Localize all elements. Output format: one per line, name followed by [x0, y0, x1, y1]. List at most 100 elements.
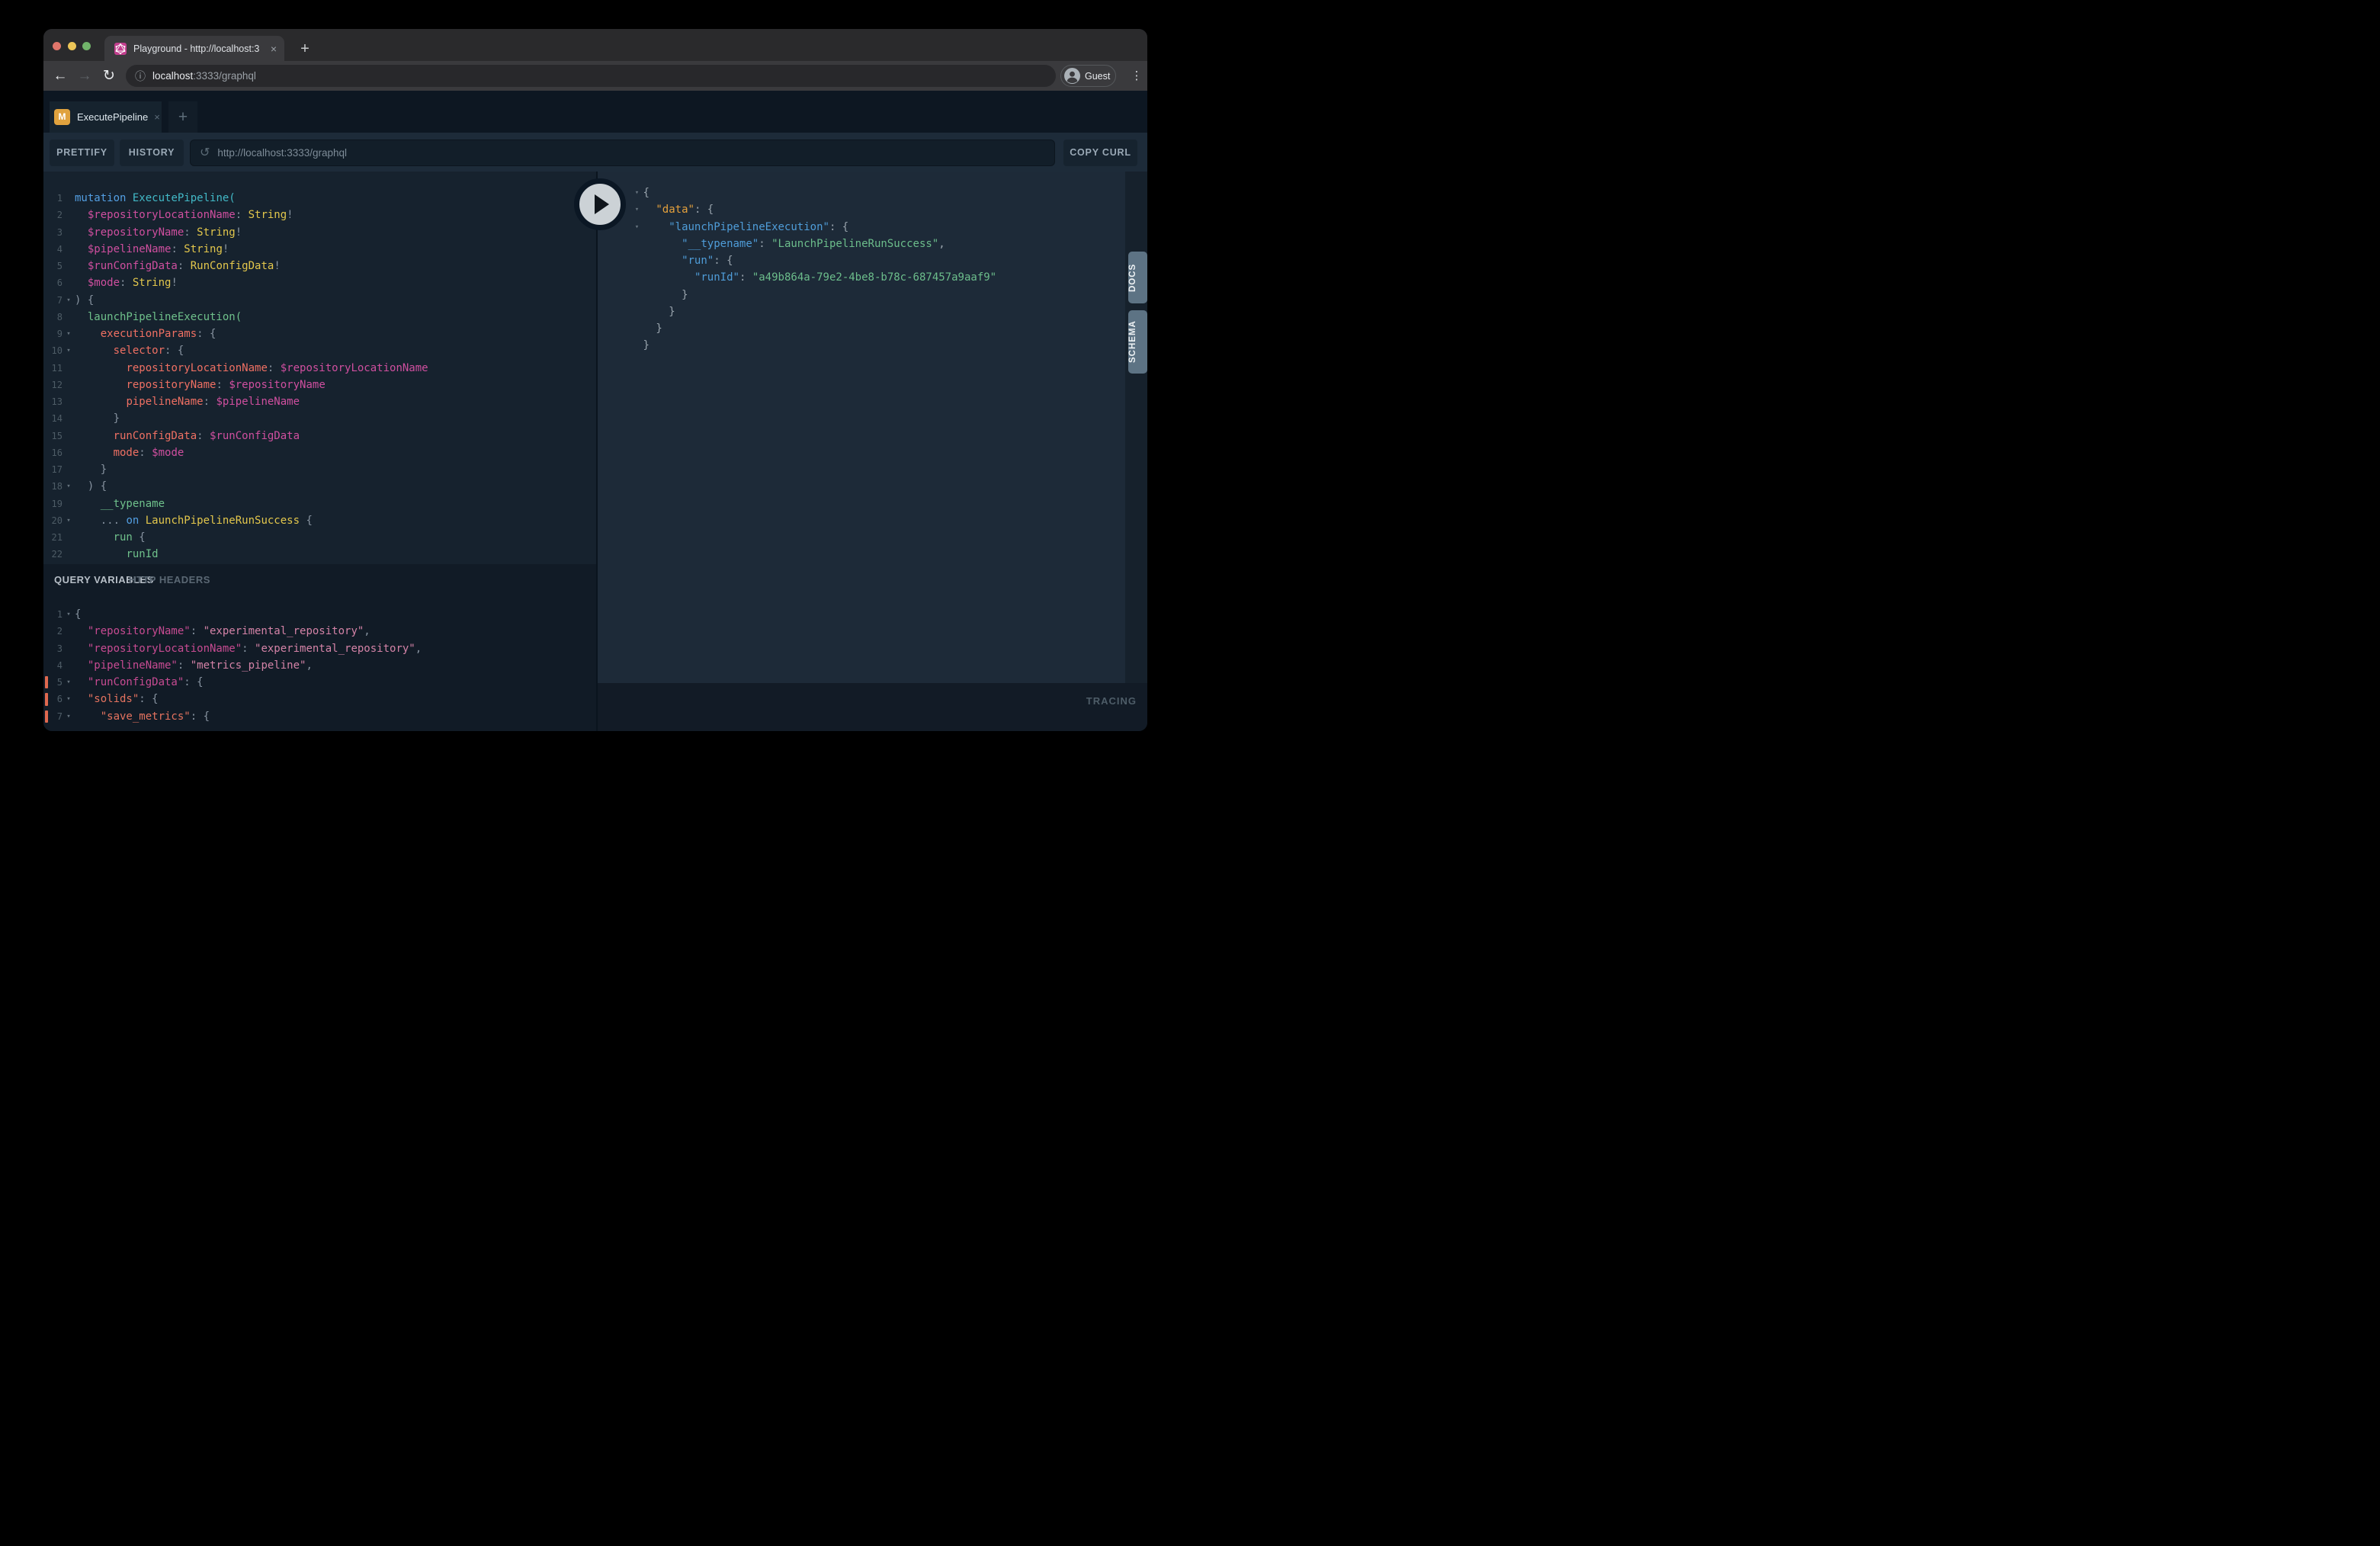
line-number: 3 [43, 640, 63, 657]
line-number: 21 [43, 529, 63, 546]
code-line: } [631, 287, 1126, 303]
session-tab-executepipeline[interactable]: M ExecutePipeline × [50, 101, 162, 133]
line-number: 18 [43, 478, 63, 495]
zoom-window-button[interactable] [82, 42, 91, 50]
code-line: ▾ "data": { [631, 201, 1126, 218]
fold-toggle-icon[interactable]: ▾ [63, 708, 75, 725]
code-line: "__typename": "LaunchPipelineRunSuccess"… [631, 236, 1126, 252]
fold-toggle-icon[interactable]: ▾ [63, 326, 75, 342]
code-line: } [631, 320, 1126, 337]
back-icon[interactable]: ← [50, 61, 71, 91]
fold-spacer [63, 623, 75, 640]
code-line: 2 $repositoryLocationName: String! [43, 207, 596, 223]
line-number: 22 [43, 546, 63, 563]
fold-spacer [63, 207, 75, 223]
tracing-toggle[interactable]: TRACING [1086, 695, 1137, 707]
code-line: 6 $mode: String! [43, 274, 596, 291]
fold-spacer [631, 320, 643, 337]
code-line: 21 run { [43, 529, 596, 546]
code-line: 22 runId [43, 546, 596, 563]
fold-spacer [63, 410, 75, 427]
fold-spacer [631, 303, 643, 320]
code-line: 4 "pipelineName": "metrics_pipeline", [43, 657, 596, 674]
endpoint-history-icon: ↺ [200, 145, 210, 160]
reload-icon[interactable]: ↻ [98, 61, 120, 91]
code-line: 9▾ executionParams: { [43, 326, 596, 342]
code-line: 1mutation ExecutePipeline( [43, 190, 596, 207]
query-editor-pane[interactable]: 1mutation ExecutePipeline(2 $repositoryL… [43, 172, 596, 564]
fold-toggle-icon[interactable]: ▾ [631, 184, 643, 201]
code-line: 14 } [43, 410, 596, 427]
url-path: :3333/graphql [193, 70, 256, 82]
fold-spacer [63, 640, 75, 657]
close-tab-icon[interactable]: × [271, 43, 277, 55]
code-line: 15 runConfigData: $runConfigData [43, 428, 596, 444]
tab-http-headers[interactable]: HTTP HEADERS [129, 574, 210, 585]
line-number: 17 [43, 461, 63, 478]
fold-spacer [63, 529, 75, 546]
fold-toggle-icon[interactable]: ▾ [63, 606, 75, 623]
response-pane: ▾{▾ "data": {▾ "launchPipelineExecution"… [598, 172, 1126, 683]
fold-toggle-icon[interactable]: ▾ [63, 342, 75, 359]
line-number: 9 [43, 326, 63, 342]
fold-spacer [63, 657, 75, 674]
code-line: 4 $pipelineName: String! [43, 241, 596, 258]
close-window-button[interactable] [53, 42, 61, 50]
browser-titlebar: Playground - http://localhost:3 × + [43, 29, 1147, 61]
response-json: ▾{▾ "data": {▾ "launchPipelineExecution"… [631, 184, 1126, 354]
tab-docs[interactable]: DOCS [1128, 252, 1147, 303]
fold-spacer [63, 258, 75, 274]
mutation-badge: M [54, 109, 70, 125]
browser-tab[interactable]: Playground - http://localhost:3 × [104, 36, 284, 61]
play-icon [595, 194, 609, 214]
copy-curl-button[interactable]: COPY CURL [1063, 140, 1137, 166]
minimize-window-button[interactable] [68, 42, 76, 50]
browser-toolbar: ← → ↻ ⓘ localhost :3333/graphql Guest ⋮ [43, 61, 1147, 91]
new-tab-button[interactable]: + [295, 39, 315, 59]
close-session-icon[interactable]: × [154, 111, 160, 123]
line-number: 4 [43, 657, 63, 674]
code-line: 10▾ selector: { [43, 342, 596, 359]
fold-toggle-icon[interactable]: ▾ [631, 219, 643, 236]
code-line: 6▾ "solids": { [43, 691, 596, 707]
forward-icon[interactable]: → [74, 61, 95, 91]
fold-spacer [63, 461, 75, 478]
fold-spacer [631, 252, 643, 269]
line-number: 10 [43, 342, 63, 359]
line-number: 20 [43, 512, 63, 529]
fold-spacer [63, 309, 75, 326]
profile-button[interactable]: Guest [1060, 65, 1116, 87]
fold-toggle-icon[interactable]: ▾ [63, 674, 75, 691]
code-line: 8 launchPipelineExecution( [43, 309, 596, 326]
code-line: 18▾ ) { [43, 478, 596, 495]
prettify-button[interactable]: PRETTIFY [50, 140, 114, 166]
endpoint-input[interactable]: ↺ http://localhost:3333/graphql [190, 140, 1055, 166]
fold-toggle-icon[interactable]: ▾ [631, 201, 643, 218]
line-number: 8 [43, 309, 63, 326]
url-bar[interactable]: ⓘ localhost :3333/graphql [126, 65, 1056, 87]
code-line: 3 "repositoryLocationName": "experimenta… [43, 640, 596, 657]
query-variables-pane[interactable]: QUERY VARIABLES HTTP HEADERS 1▾{2 "repos… [43, 564, 596, 731]
fold-spacer [63, 241, 75, 258]
fold-toggle-icon[interactable]: ▾ [63, 512, 75, 529]
graphql-favicon-icon [114, 43, 127, 55]
browser-menu-icon[interactable]: ⋮ [1127, 61, 1146, 91]
history-button[interactable]: HISTORY [120, 140, 184, 166]
fold-toggle-icon[interactable]: ▾ [63, 292, 75, 309]
fold-toggle-icon[interactable]: ▾ [63, 691, 75, 707]
avatar-icon [1064, 68, 1080, 84]
execute-query-button[interactable] [574, 178, 626, 230]
fold-spacer [63, 428, 75, 444]
line-number: 19 [43, 496, 63, 512]
fold-spacer [63, 496, 75, 512]
playground-tab-strip: M ExecutePipeline × + ⚙ [43, 91, 1147, 133]
line-number: 3 [43, 224, 63, 241]
page-info-icon[interactable]: ⓘ [135, 69, 146, 84]
fold-toggle-icon[interactable]: ▾ [63, 478, 75, 495]
fold-spacer [63, 274, 75, 291]
fold-spacer [63, 224, 75, 241]
code-line: ▾ "launchPipelineExecution": { [631, 219, 1126, 236]
tab-schema[interactable]: SCHEMA [1128, 310, 1147, 374]
fold-spacer [631, 337, 643, 354]
new-session-tab-button[interactable]: + [168, 101, 197, 133]
